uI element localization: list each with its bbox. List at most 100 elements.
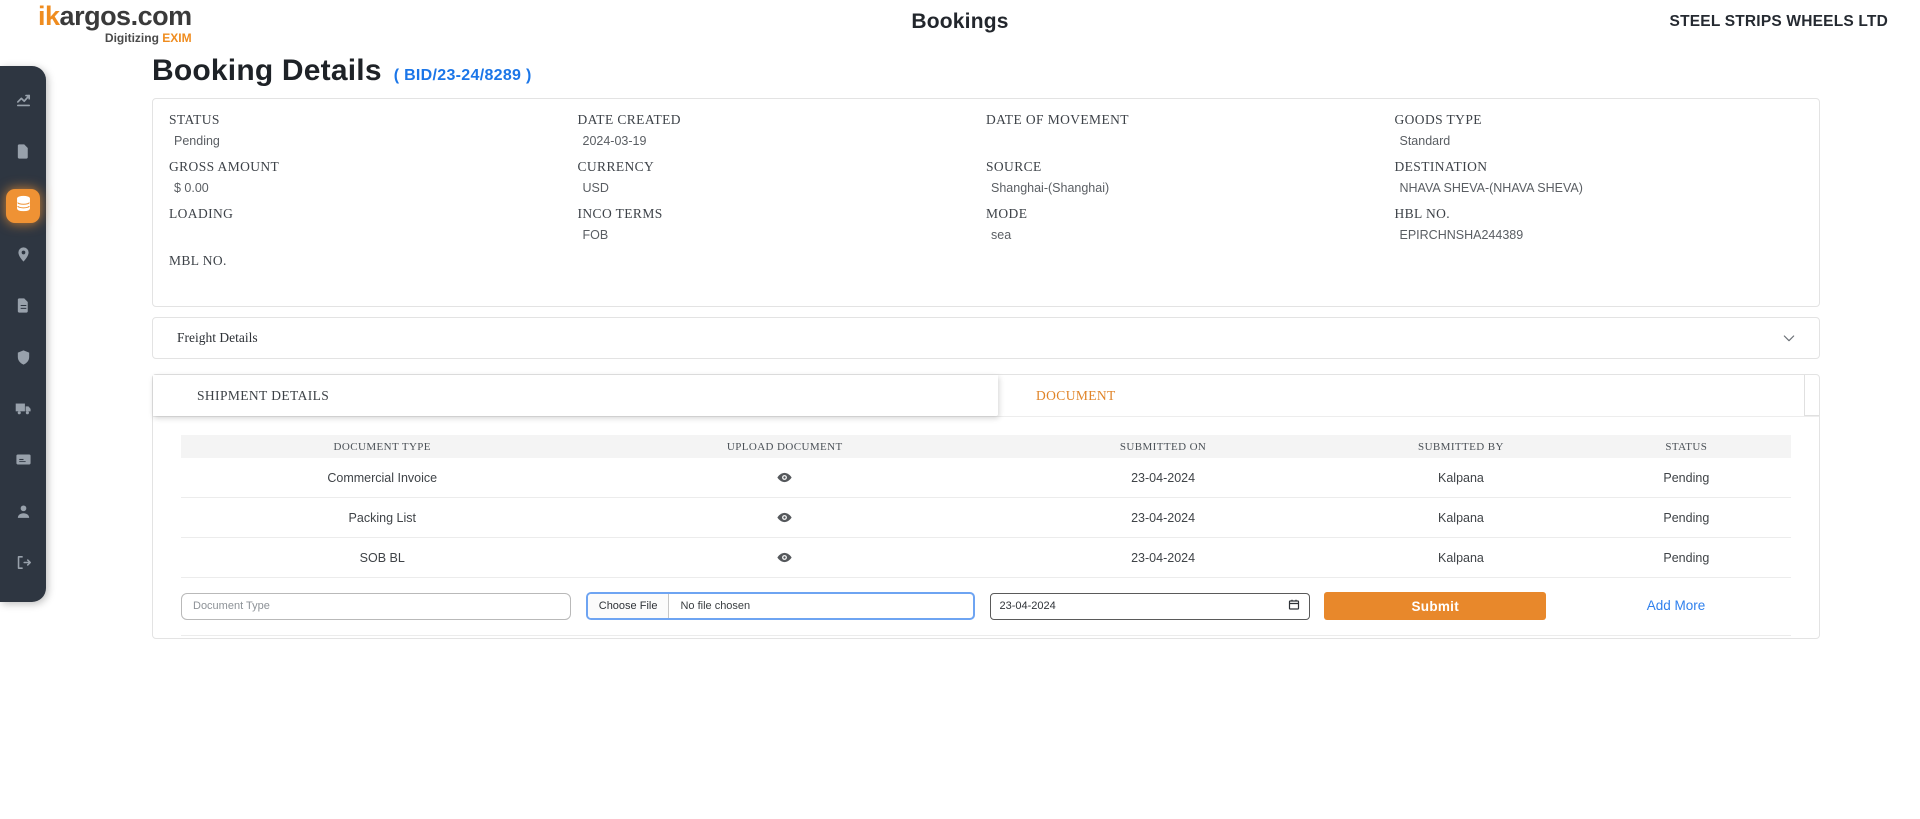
sidebar-item-bookings[interactable] — [6, 189, 40, 223]
detail-field-hbl-no: HBL NO. EPIRCHNSHA244389 — [1395, 206, 1804, 253]
submitted-on-cell: 23-04-2024 — [986, 551, 1340, 565]
field-label: GROSS AMOUNT — [169, 159, 578, 175]
id-card-icon — [15, 451, 32, 473]
shield-icon — [15, 349, 32, 371]
sidebar-item-locations[interactable] — [6, 240, 40, 274]
sidebar-item-transport[interactable] — [6, 394, 40, 428]
date-value: 23-04-2024 — [1000, 600, 1056, 612]
document-table: DOCUMENT TYPE UPLOAD DOCUMENT SUBMITTED … — [153, 417, 1819, 636]
map-pin-icon — [15, 246, 32, 268]
field-value: EPIRCHNSHA244389 — [1395, 228, 1804, 243]
file-text-icon — [15, 297, 32, 319]
detail-field-status: STATUS Pending — [169, 112, 578, 159]
field-label: MBL NO. — [169, 253, 578, 269]
field-value: NHAVA SHEVA-(NHAVA SHEVA) — [1395, 181, 1804, 196]
detail-field-source: SOURCEShanghai-(Shanghai) — [986, 159, 1395, 206]
submit-button[interactable]: Submit — [1324, 592, 1546, 620]
chevron-down-icon[interactable] — [1781, 330, 1797, 346]
date-input[interactable]: 23-04-2024 — [990, 593, 1310, 620]
sidebar-item-analytics[interactable] — [6, 86, 40, 120]
column-header-submitted-on: SUBMITTED ON — [986, 441, 1340, 453]
document-type-cell: Commercial Invoice — [181, 471, 584, 485]
field-value: Pending — [169, 134, 578, 149]
tab-document[interactable]: DOCUMENT — [998, 375, 1804, 416]
top-header: ikargos.com Digitizing EXIM Bookings STE… — [0, 0, 1920, 46]
logo-tagline: Digitizing EXIM — [38, 32, 192, 44]
document-type-cell: SOB BL — [181, 551, 584, 565]
status-cell: Pending — [1582, 551, 1791, 565]
field-value: sea — [986, 228, 1395, 243]
choose-file-button[interactable]: Choose File — [588, 594, 670, 618]
field-label: HBL NO. — [1395, 206, 1804, 222]
database-icon — [15, 195, 32, 217]
document-type-cell: Packing List — [181, 511, 584, 525]
sidebar-item-invoices[interactable] — [6, 291, 40, 325]
file-status-text: No file chosen — [669, 600, 750, 612]
field-value: FOB — [578, 228, 987, 243]
field-label: LOADING — [169, 206, 578, 222]
booking-details-card: STATUSPending DATE CREATED2024-03-19 DAT… — [152, 98, 1820, 307]
sidebar-item-logout[interactable] — [6, 548, 40, 582]
field-label: SOURCE — [986, 159, 1395, 175]
main-content: Booking Details ( BID/23-24/8289 ) STATU… — [152, 52, 1820, 639]
column-header-status: STATUS — [1582, 441, 1791, 453]
field-label: DATE OF MOVEMENT — [986, 112, 1395, 128]
sidebar-item-documents[interactable] — [6, 137, 40, 171]
logout-icon — [15, 554, 32, 576]
field-value — [986, 134, 1395, 149]
truck-icon — [15, 400, 32, 422]
field-label: CURRENCY — [578, 159, 987, 175]
logo-k: k — [45, 1, 60, 31]
company-name: STEEL STRIPS WHEELS LTD — [1670, 13, 1888, 31]
shipment-document-card: SHIPMENT DETAILS DOCUMENT DOCUMENT TYPE … — [152, 374, 1820, 639]
table-row-sob-bl: SOB BL 23-04-2024 Kalpana Pending — [181, 538, 1791, 578]
field-label: GOODS TYPE — [1395, 112, 1804, 128]
field-label: MODE — [986, 206, 1395, 222]
booking-id: ( BID/23-24/8289 ) — [394, 67, 532, 85]
status-cell: Pending — [1582, 471, 1791, 485]
sidebar-item-security[interactable] — [6, 343, 40, 377]
submitted-on-cell: 23-04-2024 — [986, 511, 1340, 525]
column-header-document-type: DOCUMENT TYPE — [181, 441, 584, 453]
field-label: INCO TERMS — [578, 206, 987, 222]
upload-form-row: Choose File No file chosen 23-04-2024 Su… — [181, 578, 1791, 636]
ikargos-logo[interactable]: ikargos.com Digitizing EXIM — [38, 3, 192, 44]
logo-text: ikargos.com — [38, 3, 192, 30]
add-more-link[interactable]: Add More — [1647, 598, 1706, 613]
logo-i: i — [38, 1, 45, 31]
table-row-packing-list: Packing List 23-04-2024 Kalpana Pending — [181, 498, 1791, 538]
detail-field-currency: CURRENCYUSD — [578, 159, 987, 206]
field-label: DESTINATION — [1395, 159, 1804, 175]
field-label: DATE CREATED — [578, 112, 987, 128]
detail-field-mbl-no: MBL NO. — [169, 253, 578, 300]
sidebar-item-payments[interactable] — [6, 445, 40, 479]
detail-field-goods-type: GOODS TYPEStandard — [1395, 112, 1804, 159]
freight-details-accordion[interactable]: Freight Details — [152, 317, 1820, 359]
eye-icon[interactable] — [776, 469, 793, 486]
calendar-icon[interactable] — [1288, 598, 1300, 614]
file-icon — [15, 143, 32, 165]
tab-bar-end — [1804, 375, 1819, 416]
sidebar-item-profile[interactable] — [6, 497, 40, 531]
status-cell: Pending — [1582, 511, 1791, 525]
tab-bar: SHIPMENT DETAILS DOCUMENT — [153, 375, 1819, 417]
field-label: STATUS — [169, 112, 578, 128]
freight-details-title: Freight Details — [177, 330, 258, 346]
submitted-by-cell: Kalpana — [1340, 471, 1582, 485]
page-header-title: Bookings — [911, 10, 1008, 34]
logo-rest: argos.com — [60, 1, 192, 31]
detail-field-date-of-movement: DATE OF MOVEMENT — [986, 112, 1395, 159]
tab-shipment-details[interactable]: SHIPMENT DETAILS — [153, 375, 998, 416]
detail-field-inco-terms: INCO TERMS FOB — [578, 206, 987, 253]
eye-icon[interactable] — [776, 549, 793, 566]
document-type-input[interactable] — [181, 593, 571, 620]
chart-line-icon — [15, 92, 32, 114]
field-value: $ 0.00 — [169, 181, 578, 196]
detail-field-destination: DESTINATION NHAVA SHEVA-(NHAVA SHEVA) — [1395, 159, 1804, 206]
file-input[interactable]: Choose File No file chosen — [586, 592, 975, 620]
submitted-by-cell: Kalpana — [1340, 551, 1582, 565]
eye-icon[interactable] — [776, 509, 793, 526]
sidebar-nav — [0, 66, 46, 602]
detail-field-gross-amount: GROSS AMOUNT $ 0.00 — [169, 159, 578, 206]
submitted-on-cell: 23-04-2024 — [986, 471, 1340, 485]
